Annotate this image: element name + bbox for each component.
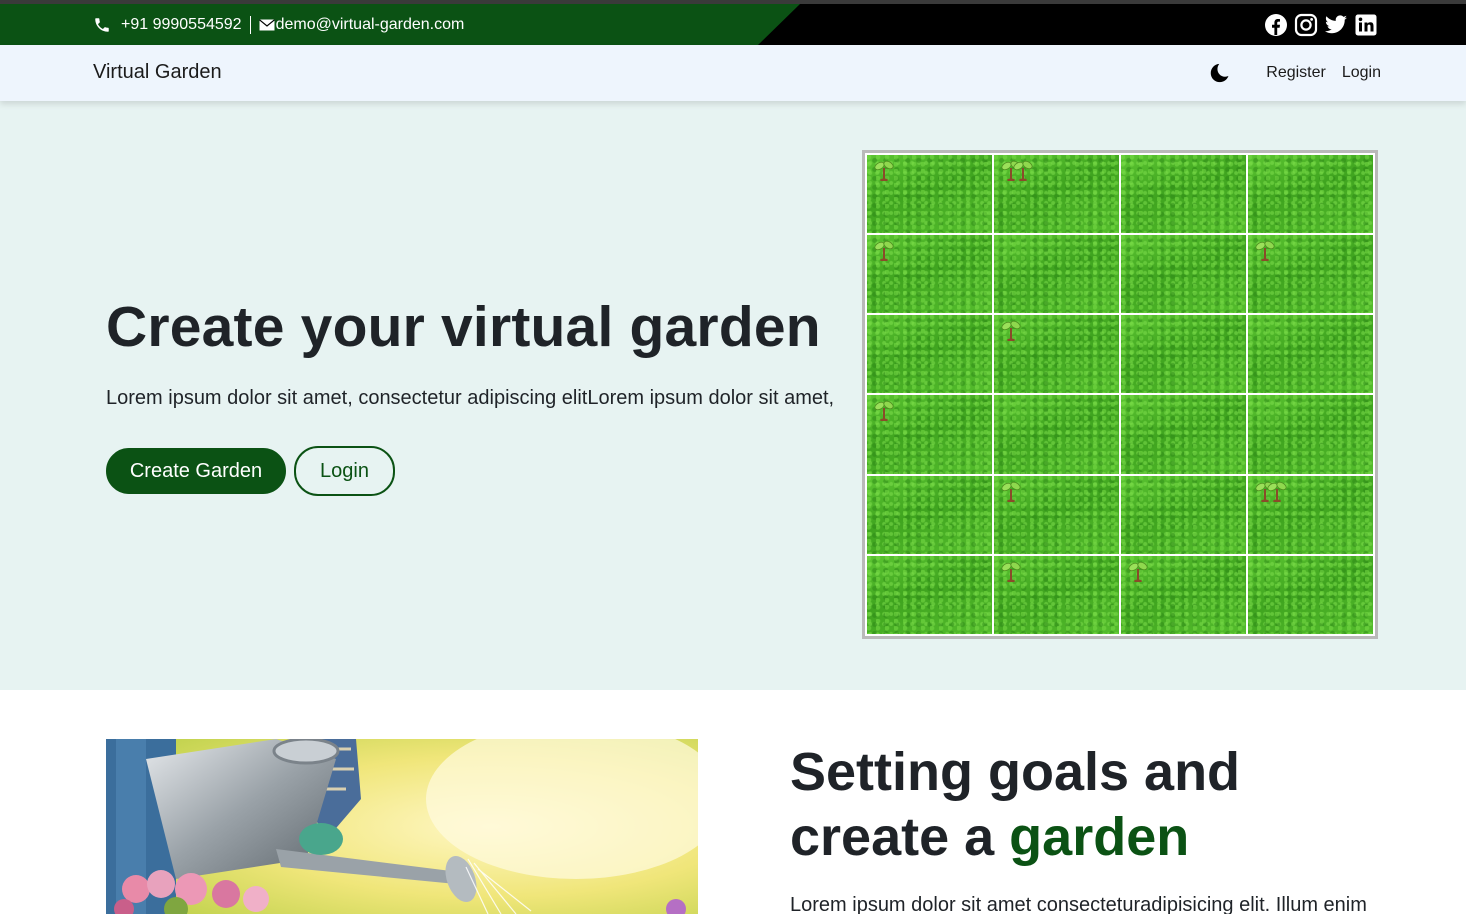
garden-plot[interactable] — [994, 555, 1119, 634]
garden-plot[interactable] — [1248, 235, 1373, 314]
social-links — [1264, 4, 1378, 45]
instagram-icon[interactable] — [1294, 13, 1318, 37]
garden-plot[interactable] — [867, 155, 992, 234]
garden-plot[interactable] — [994, 395, 1119, 474]
phone-icon — [95, 17, 109, 32]
garden-plot[interactable] — [867, 315, 992, 394]
garden-plot[interactable] — [1121, 475, 1246, 554]
sprout-icon — [1012, 157, 1034, 182]
hero-login-button[interactable]: Login — [294, 446, 395, 496]
sprout-icon — [1000, 317, 1022, 342]
garden-plot[interactable] — [1121, 235, 1246, 314]
garden-grid — [862, 150, 1378, 639]
sprout-icon — [1266, 478, 1288, 503]
sprout-icon — [1000, 558, 1022, 583]
email-address[interactable]: demo@virtual-garden.com — [276, 16, 465, 34]
garden-plot[interactable] — [994, 475, 1119, 554]
garden-plot[interactable] — [994, 315, 1119, 394]
goals-title: Setting goals and create a garden — [790, 740, 1240, 870]
contact-info: +91 9990554592 demo@virtual-garden.com — [93, 4, 464, 45]
garden-plot[interactable] — [1121, 155, 1246, 234]
goals-description: Lorem ipsum dolor sit amet consecteturad… — [790, 894, 1367, 914]
twitter-icon[interactable] — [1324, 13, 1348, 37]
garden-plot[interactable] — [1121, 395, 1246, 474]
facebook-icon[interactable] — [1264, 13, 1288, 37]
nav-register-link[interactable]: Register — [1266, 64, 1326, 82]
garden-plot[interactable] — [1121, 555, 1246, 634]
garden-plot[interactable] — [867, 395, 992, 474]
garden-plot[interactable] — [867, 475, 992, 554]
moon-icon[interactable] — [1208, 62, 1230, 84]
sprout-icon — [1127, 558, 1149, 583]
garden-plot[interactable] — [1248, 155, 1373, 234]
top-contact-bar: +91 9990554592 demo@virtual-garden.com — [0, 0, 1466, 45]
navbar-actions: Register Login — [1208, 45, 1381, 101]
main-navbar: Virtual Garden Register Login — [0, 45, 1466, 101]
garden-plot[interactable] — [867, 555, 992, 634]
goals-title-line1: Setting goals and — [790, 742, 1241, 802]
garden-plot[interactable] — [1248, 555, 1373, 634]
nav-login-link[interactable]: Login — [1342, 64, 1381, 82]
sprout-icon — [1000, 478, 1022, 503]
goals-title-accent: garden — [1009, 807, 1190, 867]
goals-title-line2: create a — [790, 807, 1010, 867]
goals-section: Setting goals and create a garden Lorem … — [0, 690, 1466, 914]
hero-title: Create your virtual garden — [106, 295, 821, 359]
hero-section: Create your virtual garden Lorem ipsum d… — [0, 101, 1466, 690]
sprout-icon — [873, 237, 895, 262]
sprout-icon — [873, 157, 895, 182]
create-garden-button[interactable]: Create Garden — [106, 448, 286, 494]
mail-icon — [258, 18, 275, 30]
garden-plot[interactable] — [1248, 475, 1373, 554]
garden-plot[interactable] — [994, 235, 1119, 314]
watering-can-photo — [106, 739, 698, 914]
sprout-icon — [1254, 237, 1276, 262]
garden-plot[interactable] — [1248, 315, 1373, 394]
phone-number[interactable]: +91 9990554592 — [121, 16, 242, 34]
garden-plot[interactable] — [867, 235, 992, 314]
sprout-icon — [873, 397, 895, 422]
garden-plot[interactable] — [994, 155, 1119, 234]
contact-divider — [249, 15, 251, 34]
garden-plot[interactable] — [1121, 315, 1246, 394]
hero-description: Lorem ipsum dolor sit amet, consectetur … — [106, 387, 835, 409]
brand-logo[interactable]: Virtual Garden — [93, 61, 222, 84]
linkedin-icon[interactable] — [1354, 13, 1378, 37]
garden-plot[interactable] — [1248, 395, 1373, 474]
